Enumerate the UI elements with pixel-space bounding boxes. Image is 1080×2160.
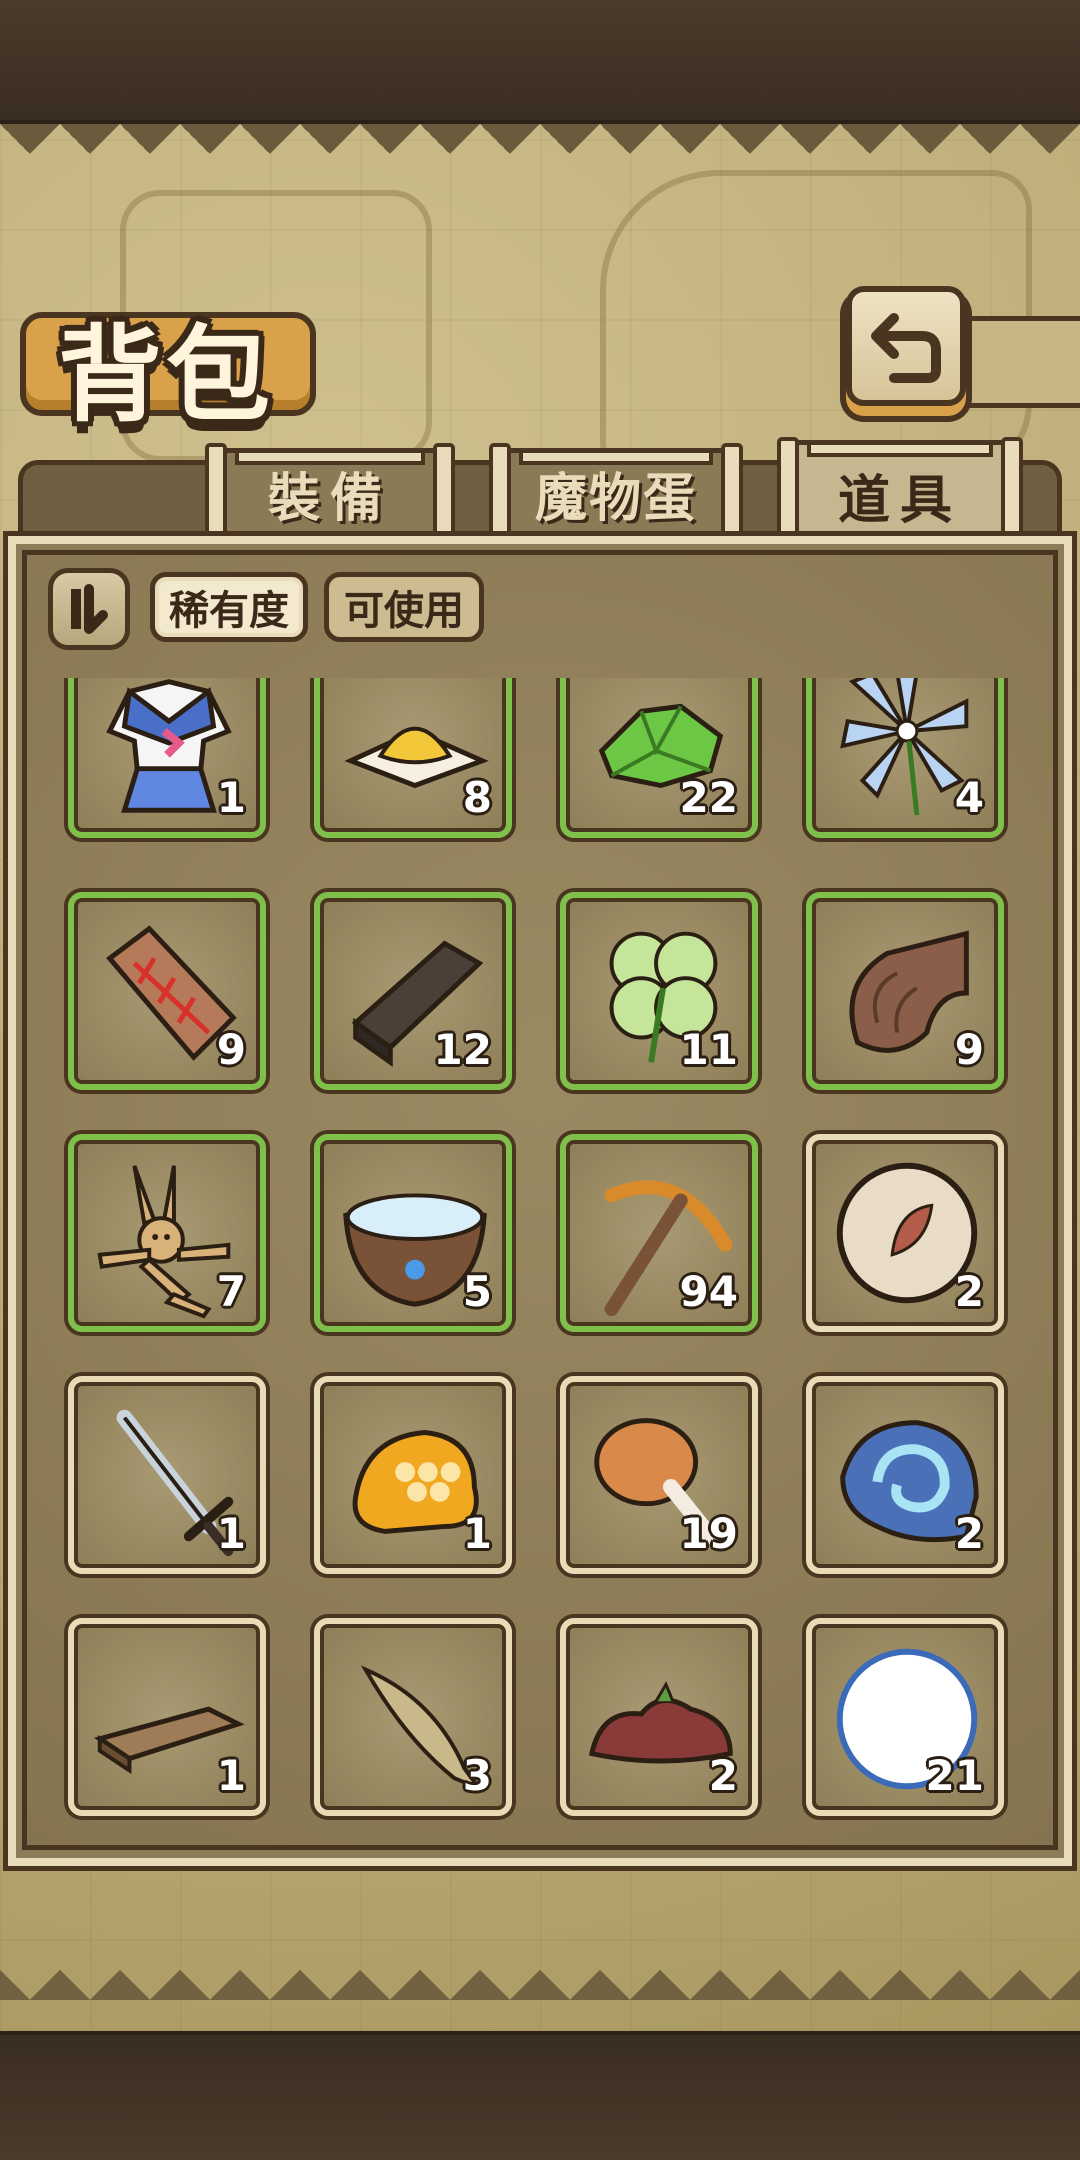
filter-rarity-label: 稀有度	[169, 588, 289, 634]
tab-post	[489, 443, 511, 539]
tab-post	[721, 443, 743, 539]
item-quantity: 7	[216, 1267, 246, 1316]
item-quantity: 1	[216, 1751, 246, 1800]
zigzag-border-top	[0, 124, 1080, 184]
inventory-slot[interactable]: 21	[806, 1618, 1004, 1816]
zigzag-border-bottom	[0, 1940, 1080, 2000]
inventory-slot[interactable]: 94	[560, 1134, 758, 1332]
item-quantity: 3	[462, 1751, 492, 1800]
tab-post	[433, 443, 455, 539]
filter-usable-label: 可使用	[344, 588, 464, 634]
tab-frame	[519, 449, 713, 465]
tab-equipment[interactable]: 裝備	[205, 443, 455, 539]
inventory-slot[interactable]: 5	[314, 1134, 512, 1332]
item-quantity: 9	[954, 1025, 984, 1074]
item-quantity: 2	[954, 1509, 984, 1558]
item-quantity: 4	[954, 773, 984, 822]
tab-label: 魔物蛋	[534, 468, 697, 529]
item-quantity: 1	[216, 773, 246, 822]
inventory-slot[interactable]: 9	[68, 892, 266, 1090]
inventory-slot[interactable]: 12	[314, 892, 512, 1090]
tab-label: 道具	[837, 470, 962, 531]
item-quantity: 1	[462, 1509, 492, 1558]
item-quantity: 94	[679, 1267, 738, 1316]
inventory-slot[interactable]: 9	[806, 892, 1004, 1090]
page-title: 背包	[58, 313, 275, 436]
filter-rarity-button[interactable]: 稀有度	[150, 572, 308, 642]
back-button[interactable]	[846, 286, 966, 406]
item-quantity: 9	[216, 1025, 246, 1074]
tab-label: 裝備	[267, 468, 392, 529]
item-quantity: 2	[954, 1267, 984, 1316]
item-quantity: 1	[216, 1509, 246, 1558]
item-quantity: 19	[679, 1509, 738, 1558]
item-quantity: 11	[679, 1025, 738, 1074]
item-quantity: 12	[433, 1025, 492, 1074]
tab-frame	[235, 449, 425, 465]
sort-order-button[interactable]	[48, 568, 130, 650]
inventory-slot[interactable]: 19	[560, 1376, 758, 1574]
filter-usable-button[interactable]: 可使用	[324, 572, 484, 642]
return-arrow-icon	[871, 313, 941, 383]
inventory-slot[interactable]: 7	[68, 1134, 266, 1332]
inventory-slot[interactable]: 22	[560, 678, 758, 838]
tab-frame	[807, 441, 993, 457]
inventory-slot[interactable]: 2	[806, 1376, 1004, 1574]
tab-post	[205, 443, 227, 539]
inventory-slot[interactable]: 1	[68, 678, 266, 838]
inventory-slot[interactable]: 3	[314, 1618, 512, 1816]
inventory-slot[interactable]: 1	[68, 1376, 266, 1574]
inventory-slot[interactable]: 11	[560, 892, 758, 1090]
inventory-slot[interactable]: 8	[314, 678, 512, 838]
bottom-band	[0, 2031, 1080, 2160]
item-grid: 1 8 22 4 9 12 11 9 7 5 94 2 1 1 19 2 1 3 2 21	[40, 678, 1040, 1848]
item-quantity: 5	[462, 1267, 492, 1316]
inventory-slot[interactable]: 1	[314, 1376, 512, 1574]
item-quantity: 21	[925, 1751, 984, 1800]
inventory-slot[interactable]: 4	[806, 678, 1004, 838]
tab-monster-egg[interactable]: 魔物蛋	[489, 443, 743, 539]
inventory-slot[interactable]: 2	[560, 1618, 758, 1816]
item-quantity: 22	[679, 773, 738, 822]
top-band	[0, 0, 1080, 124]
item-quantity: 8	[462, 773, 492, 822]
inventory-slot[interactable]: 1	[68, 1618, 266, 1816]
inventory-slot[interactable]: 2	[806, 1134, 1004, 1332]
sort-icon	[71, 584, 108, 634]
item-quantity: 2	[708, 1751, 738, 1800]
tab-items[interactable]: 道具	[777, 437, 1023, 557]
